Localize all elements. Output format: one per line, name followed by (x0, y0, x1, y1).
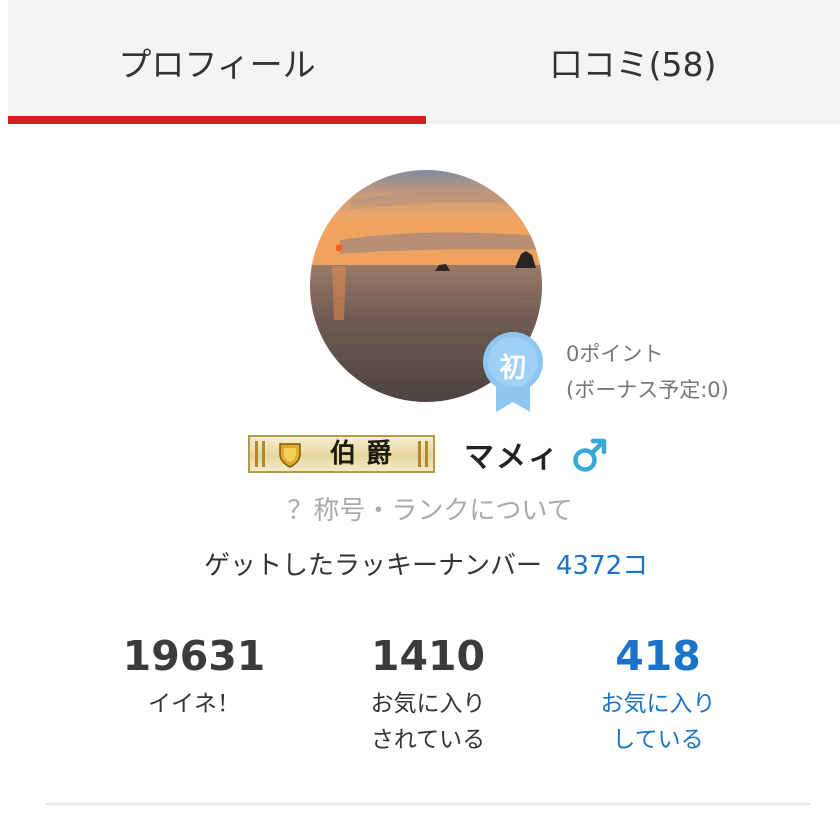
favoring-label-line2[interactable]: している (548, 722, 768, 758)
stat-favored: 1410 お気に入り されている (318, 630, 538, 758)
favored-count: 1410 (370, 632, 486, 680)
tab-profile[interactable]: プロフィール (8, 0, 426, 124)
lucky-number-label: ゲットしたラッキーナンバー (204, 551, 543, 581)
active-tab-indicator (8, 116, 426, 124)
shield-icon (278, 442, 302, 472)
likes-count: 19631 (122, 632, 266, 680)
favoring-label-line1[interactable]: お気に入り (548, 686, 768, 722)
stat-likes: 19631 イイネ！ (84, 630, 304, 722)
tab-bar: プロフィール 口コミ(58) (0, 0, 840, 124)
lucky-number-row: ゲットしたラッキーナンバー 4372コ (204, 545, 648, 582)
plaque-right-bar (425, 441, 428, 467)
points-text: 0ポイント (566, 342, 664, 366)
bonus-points-text: (ボーナス予定:0) (566, 378, 729, 402)
favored-label-line1: お気に入り (370, 691, 486, 717)
lucky-number-value[interactable]: 4372コ (556, 551, 648, 581)
title-plaque: 伯爵 (248, 435, 435, 473)
points-info: 0ポイント (ボーナス予定:0) (566, 336, 729, 408)
stat-favoring[interactable]: 418 お気に入り している (548, 630, 768, 758)
plaque-left-bar (255, 441, 258, 467)
favored-label-line2: されている (370, 727, 486, 753)
rank-badge: 初 (480, 332, 546, 414)
male-icon (572, 437, 608, 477)
plaque-left-bar (262, 441, 265, 467)
tab-reviews[interactable]: 口コミ(58) (426, 0, 840, 124)
username: マメィ (464, 440, 560, 475)
favoring-count[interactable]: 418 (548, 630, 768, 682)
plaque-right-bar (418, 441, 421, 467)
title-label: 伯爵 (330, 439, 403, 469)
likes-label: イイネ！ (148, 691, 240, 717)
rank-badge-label: 初 (499, 353, 527, 384)
section-divider (46, 803, 810, 805)
left-edge-strip (0, 0, 8, 124)
rank-info-link[interactable]: ？称号・ランクについて (0, 490, 840, 527)
